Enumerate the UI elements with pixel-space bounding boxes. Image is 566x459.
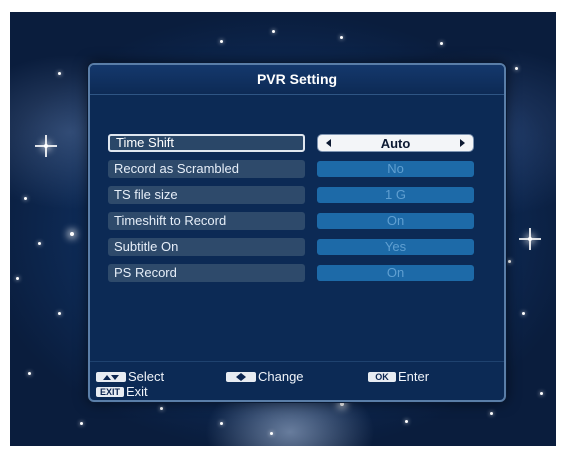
setting-value: Auto: [380, 136, 411, 151]
arrow-right-icon[interactable]: [460, 139, 465, 147]
hint-label: Change: [258, 369, 304, 384]
setting-value-selector[interactable]: Auto: [317, 134, 474, 152]
star-decoration: [340, 36, 343, 39]
star-decoration: [80, 422, 83, 425]
star-decoration: [220, 40, 223, 43]
setting-row-timeshift-to-record[interactable]: Timeshift to Record On: [108, 212, 486, 230]
dialog-title: PVR Setting: [90, 65, 504, 95]
setting-label: Record as Scrambled: [108, 160, 305, 178]
setting-label: PS Record: [108, 264, 305, 282]
setting-label: Time Shift: [108, 134, 305, 152]
star-decoration: [24, 197, 27, 200]
setting-row-record-as-scrambled[interactable]: Record as Scrambled No: [108, 160, 486, 178]
setting-value[interactable]: On: [317, 213, 474, 229]
setting-value[interactable]: No: [317, 161, 474, 177]
star-decoration: [35, 135, 57, 157]
star-decoration: [220, 422, 223, 425]
ok-key-icon: OK: [368, 371, 396, 382]
star-decoration: [38, 242, 41, 245]
star-decoration: [160, 407, 163, 410]
setting-value[interactable]: On: [317, 265, 474, 281]
pvr-setting-dialog: PVR Setting Time Shift Auto Record as Sc…: [88, 63, 506, 402]
star-decoration: [70, 232, 74, 236]
star-decoration: [522, 312, 525, 315]
setting-row-ts-file-size[interactable]: TS file size 1 G: [108, 186, 486, 204]
setting-row-time-shift[interactable]: Time Shift Auto: [108, 134, 486, 152]
star-decoration: [440, 42, 443, 45]
star-decoration: [58, 312, 61, 315]
setting-label: Subtitle On: [108, 238, 305, 256]
star-decoration: [16, 277, 19, 280]
star-decoration: [272, 30, 275, 33]
star-decoration: [540, 392, 543, 395]
setting-row-subtitle-on[interactable]: Subtitle On Yes: [108, 238, 486, 256]
left-right-arrows-icon: [226, 371, 256, 382]
hint-change: Change: [226, 370, 304, 384]
hint-exit: EXIT Exit: [96, 385, 148, 399]
hint-enter: OK Enter: [368, 370, 429, 384]
setting-value[interactable]: 1 G: [317, 187, 474, 203]
hint-label: Select: [128, 369, 165, 384]
exit-key-icon: EXIT: [96, 386, 124, 397]
star-decoration: [508, 260, 511, 263]
up-down-arrows-icon: [96, 371, 126, 382]
star-decoration: [270, 432, 273, 435]
setting-label: TS file size: [108, 186, 305, 204]
tv-screen: PVR Setting Time Shift Auto Record as Sc…: [10, 12, 556, 446]
hint-label: Enter: [398, 369, 430, 384]
star-decoration: [58, 72, 61, 75]
hint-label: Exit: [126, 384, 148, 399]
star-decoration: [515, 67, 518, 70]
star-decoration: [405, 420, 408, 423]
star-decoration: [28, 372, 31, 375]
star-decoration: [519, 228, 541, 250]
key-hint-bar: Select Change OK Enter EXIT Exit: [90, 361, 504, 400]
setting-value[interactable]: Yes: [317, 239, 474, 255]
star-decoration: [340, 402, 344, 406]
setting-label: Timeshift to Record: [108, 212, 305, 230]
star-decoration: [490, 412, 493, 415]
hint-select: Select: [96, 370, 164, 384]
setting-row-ps-record[interactable]: PS Record On: [108, 264, 486, 282]
arrow-left-icon[interactable]: [326, 139, 331, 147]
